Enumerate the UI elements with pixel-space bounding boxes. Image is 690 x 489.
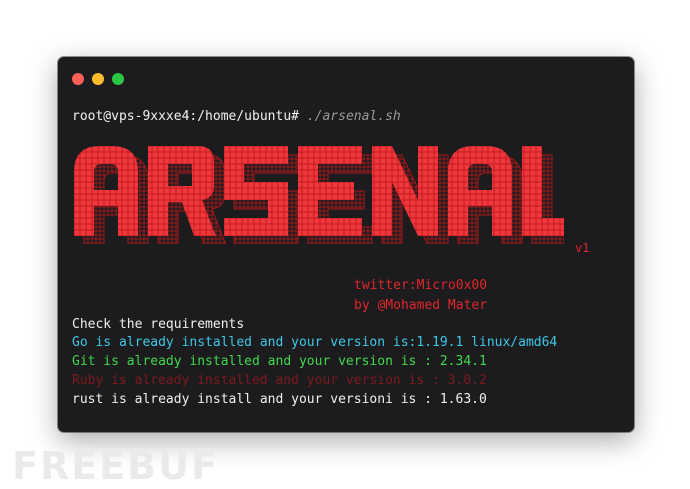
output-line: rust is already install and your version…: [72, 392, 487, 407]
output-line: Ruby is already installed and your versi…: [72, 373, 487, 388]
output-line: Check the requirements: [72, 317, 245, 332]
version-tag: v1: [575, 241, 590, 255]
watermark-logo: FREEBUF: [12, 444, 219, 488]
shell-command: ./arsenal.sh: [306, 109, 401, 124]
minimize-window-button[interactable]: [92, 73, 104, 85]
output-line: Go is already installed and your version…: [72, 335, 558, 350]
command-line: root@vps-9xxxe4:/home/ubuntu# ./arsenal.…: [72, 108, 401, 126]
maximize-window-button[interactable]: [112, 73, 124, 85]
terminal-window: root@vps-9xxxe4:/home/ubuntu# ./arsenal.…: [58, 57, 634, 432]
close-window-button[interactable]: [72, 73, 84, 85]
shell-prompt: root@vps-9xxxe4:/home/ubuntu#: [72, 109, 307, 124]
arsenal-ascii-banner: [74, 146, 564, 244]
output-line: Git is already installed and your versio…: [72, 354, 487, 369]
author-credit: by @Mohamed Mater: [354, 298, 488, 313]
twitter-handle: twitter:Micro0x00: [354, 278, 488, 293]
